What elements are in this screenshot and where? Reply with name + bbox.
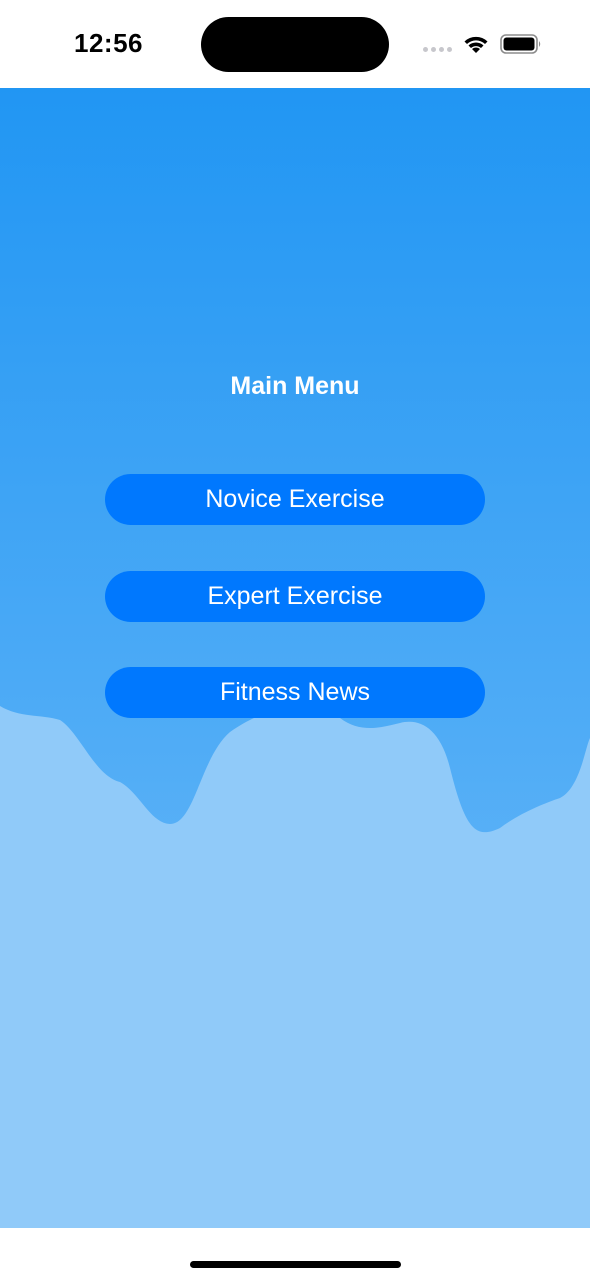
signal-icon — [423, 47, 453, 53]
wifi-icon — [464, 36, 488, 53]
status-time: 12:56 — [74, 28, 143, 58]
fitness-news-button[interactable]: Fitness News — [105, 667, 485, 718]
expert-exercise-button[interactable]: Expert Exercise — [105, 571, 485, 622]
page-title: Main Menu — [230, 372, 360, 400]
wave-background — [0, 705, 590, 1228]
main-content: Main Menu Novice Exercise Expert Exercis… — [0, 88, 590, 1228]
home-indicator[interactable] — [190, 1261, 401, 1268]
dynamic-island — [201, 17, 389, 72]
status-bar: 12:56 — [0, 0, 590, 88]
novice-exercise-button[interactable]: Novice Exercise — [105, 474, 485, 525]
battery-icon — [500, 34, 541, 54]
bottom-bar — [0, 1228, 590, 1280]
app-screen: 12:56 Main Menu Novice Exercise Expert E… — [0, 0, 590, 1280]
